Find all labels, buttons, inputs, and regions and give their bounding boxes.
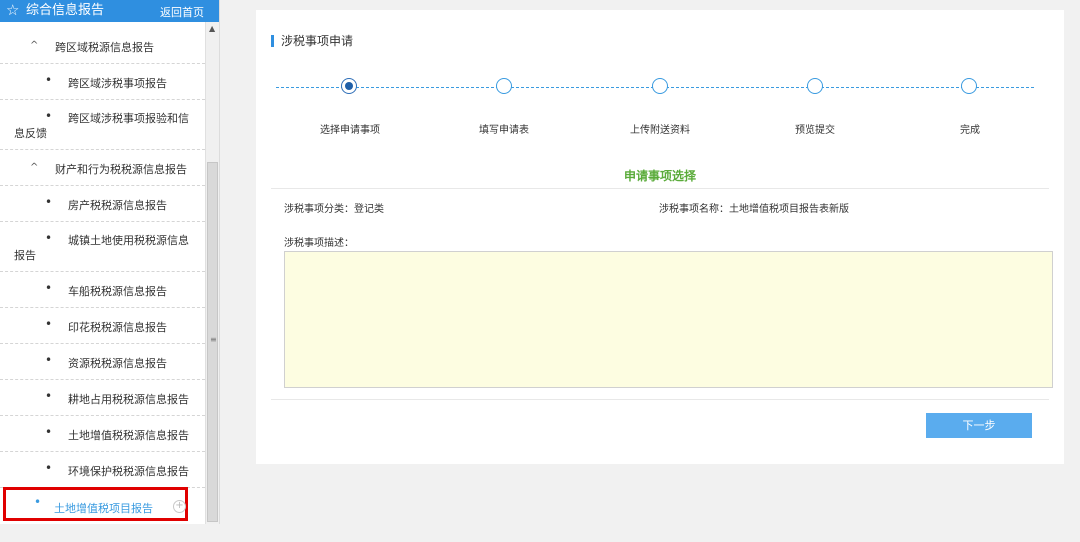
bullet-icon: • [45, 389, 53, 403]
sidebar-item-property-tax[interactable]: • 房产税税源信息报告 [0, 186, 205, 222]
description-textarea[interactable] [284, 251, 1053, 388]
sidebar-item-label: 环境保护税税源信息报告 [68, 465, 189, 478]
sidebar: ☆ 综合信息报告 返回首页 ^ 跨区域税源信息报告 • 跨区域涉税事项报告 • … [0, 0, 220, 524]
divider [271, 399, 1049, 400]
star-icon: ☆ [6, 1, 20, 19]
next-step-button[interactable]: 下一步 [926, 413, 1032, 438]
bullet-icon: • [45, 461, 53, 475]
sidebar-item-label: 跨区域税源信息报告 [55, 41, 154, 54]
step-label: 填写申请表 [479, 125, 529, 136]
sidebar-item-label: 跨区域涉税事项报验和信息反馈 [14, 112, 189, 140]
sidebar-header: ☆ 综合信息报告 返回首页 [0, 0, 219, 22]
sidebar-menu: ^ 跨区域税源信息报告 • 跨区域涉税事项报告 • 跨区域涉税事项报验和信息反馈… [0, 28, 205, 488]
step-node-5 [961, 78, 977, 94]
bullet-icon: • [45, 73, 53, 87]
section-title: 申请事项选择 [623, 169, 696, 183]
sidebar-item-land-vat[interactable]: • 土地增值税税源信息报告 [0, 416, 205, 452]
bullet-icon: • [45, 317, 53, 331]
sidebar-item-cross-region-feedback[interactable]: • 跨区域涉税事项报验和信息反馈 [0, 100, 205, 150]
step-label: 预览提交 [795, 125, 835, 136]
item-category: 涉税事项分类：登记类 [284, 204, 384, 215]
divider [271, 188, 1049, 189]
sidebar-item-label: 印花税税源信息报告 [68, 321, 167, 334]
scroll-up-arrow-icon[interactable]: ▲ [209, 24, 215, 33]
sidebar-item-stamp-tax[interactable]: • 印花税税源信息报告 [0, 308, 205, 344]
sidebar-item-label: 财产和行为税税源信息报告 [55, 163, 187, 176]
grip-icon: ≡ [210, 335, 217, 344]
step-label: 选择申请事项 [320, 125, 380, 136]
step-node-1 [341, 78, 357, 94]
step-node-4 [807, 78, 823, 94]
sidebar-scrollbar[interactable]: ▲ ≡ [205, 22, 219, 524]
sidebar-item-label: 耕地占用税税源信息报告 [68, 393, 189, 406]
main-panel: 涉税事项申请 选择申请事项 填写申请表 上传附送资料 预览提交 完成 申请事项选… [256, 10, 1064, 464]
step-label: 上传附送资料 [630, 125, 690, 136]
step-node-3 [652, 78, 668, 94]
panel-title: 涉税事项申请 [271, 35, 353, 47]
add-icon[interactable]: + [173, 500, 186, 513]
bullet-icon: • [45, 353, 53, 367]
bullet-icon: • [34, 495, 42, 509]
description-label: 涉税事项描述： [284, 238, 354, 249]
sidebar-group-cross-region[interactable]: ^ 跨区域税源信息报告 [0, 28, 205, 64]
bullet-icon: • [45, 425, 53, 439]
sidebar-item-label: 土地增值税项目报告 [54, 502, 153, 515]
step-node-2 [496, 78, 512, 94]
chevron-up-icon: ^ [30, 162, 39, 173]
sidebar-item-farmland-tax[interactable]: • 耕地占用税税源信息报告 [0, 380, 205, 416]
sidebar-item-urban-land-tax[interactable]: • 城镇土地使用税税源信息报告 [0, 222, 205, 272]
sidebar-item-environment-tax[interactable]: • 环境保护税税源信息报告 [0, 452, 205, 488]
back-home-link[interactable]: 返回首页 [160, 6, 204, 19]
bullet-icon: • [45, 195, 53, 209]
sidebar-title: 综合信息报告 [26, 3, 105, 18]
sidebar-item-label: 房产税税源信息报告 [68, 199, 167, 212]
sidebar-item-label: 城镇土地使用税税源信息报告 [14, 234, 189, 262]
sidebar-item-vehicle-tax[interactable]: • 车船税税源信息报告 [0, 272, 205, 308]
sidebar-item-label: 跨区域涉税事项报告 [68, 77, 167, 90]
sidebar-group-property-behavior[interactable]: ^ 财产和行为税税源信息报告 [0, 150, 205, 186]
scrollbar-thumb[interactable]: ≡ [207, 162, 218, 522]
step-label: 完成 [960, 125, 980, 136]
sidebar-item-label: 土地增值税税源信息报告 [68, 429, 189, 442]
item-name: 涉税事项名称：土地增值税项目报告表新版 [659, 204, 849, 215]
sidebar-item-resource-tax[interactable]: • 资源税税源信息报告 [0, 344, 205, 380]
chevron-up-icon: ^ [30, 40, 39, 51]
sidebar-item-cross-region-report[interactable]: • 跨区域涉税事项报告 [0, 64, 205, 100]
sidebar-item-label: 资源税税源信息报告 [68, 357, 167, 370]
bullet-icon: • [45, 281, 53, 295]
sidebar-item-label: 车船税税源信息报告 [68, 285, 167, 298]
sidebar-item-land-vat-project-report[interactable]: • 土地增值税项目报告 + [3, 487, 188, 521]
